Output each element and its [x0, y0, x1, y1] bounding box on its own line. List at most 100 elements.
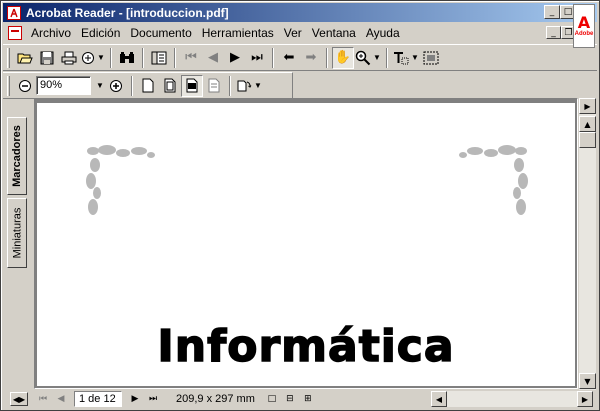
- menu-ventana[interactable]: Ventana: [307, 23, 361, 43]
- main-toolbar: ▼ ⏮ ◀ ▶ ⏭ ⬅ ➡ ✋ ▼ ▼: [3, 44, 597, 71]
- first-page-button[interactable]: ⏮: [180, 47, 202, 69]
- tab-bookmarks[interactable]: Marcadores: [7, 117, 27, 195]
- fit-width-icon: [186, 78, 198, 93]
- fit-visible-button[interactable]: [203, 75, 225, 97]
- triangle-right-icon: ▶: [584, 101, 591, 111]
- single-page-icon: □: [267, 394, 277, 404]
- status-first-page-button[interactable]: ⏮: [34, 391, 52, 407]
- toolbar-separator: [174, 47, 176, 68]
- scroll-first-page-button[interactable]: ▶: [579, 98, 596, 114]
- facing-pages-icon: ⊞: [304, 394, 312, 404]
- view-toolbar: 90% ▼ ▼: [3, 72, 293, 99]
- scroll-left-button[interactable]: ◀: [431, 391, 447, 407]
- email-icon: [82, 51, 94, 64]
- text-select-dropdown-icon[interactable]: ▼: [410, 53, 420, 62]
- document-page[interactable]: Informática: [37, 103, 575, 386]
- status-last-page-button[interactable]: ⏭: [144, 391, 162, 407]
- toolbar-separator: [386, 47, 388, 68]
- minimize-icon: _: [549, 7, 555, 17]
- continuous-layout-button[interactable]: ⊟: [281, 391, 299, 407]
- vertical-scrollbar[interactable]: ▶ ▲ ▼: [579, 98, 596, 390]
- document-heading: Informática: [157, 320, 455, 373]
- graphics-select-tool-button[interactable]: [420, 47, 442, 69]
- rotate-dropdown-icon[interactable]: ▼: [253, 81, 263, 90]
- acrobat-app-icon[interactable]: [7, 5, 21, 20]
- open-button[interactable]: [14, 47, 36, 69]
- email-button[interactable]: [80, 47, 96, 69]
- document-menu-icon[interactable]: [8, 26, 22, 40]
- menu-edicion[interactable]: Edición: [76, 23, 125, 43]
- hand-tool-button[interactable]: ✋: [332, 46, 354, 69]
- zoom-in-icon: [110, 79, 122, 92]
- open-icon: [17, 53, 33, 63]
- zoom-out-icon: [19, 79, 31, 92]
- maximize-icon: □: [563, 7, 573, 17]
- go-back-icon: ⬅: [283, 50, 295, 65]
- minimize-button[interactable]: _: [544, 5, 560, 19]
- email-dropdown-icon[interactable]: ▼: [96, 53, 106, 62]
- fit-visible-icon: [208, 78, 220, 93]
- graphics-select-icon: [423, 51, 439, 64]
- status-bar: ⏮ ◀ 1 de 12 ▶ ⏭ 209,9 x 297 mm □ ⊟ ⊞ ◀ ▶: [34, 390, 596, 408]
- menu-herramientas[interactable]: Herramientas: [197, 23, 279, 43]
- adobe-logo-icon: A: [577, 13, 591, 32]
- status-previous-page-button[interactable]: ◀: [52, 391, 70, 407]
- page-size-readout: 209,9 x 297 mm: [176, 393, 255, 405]
- pane-toggle[interactable]: ◀▶: [5, 390, 33, 408]
- zoom-level-dropdown-icon[interactable]: ▼: [95, 81, 105, 90]
- fit-page-icon: [164, 78, 176, 93]
- menu-archivo[interactable]: Archivo: [26, 23, 76, 43]
- go-forward-button[interactable]: ➡: [300, 47, 322, 69]
- actual-size-button[interactable]: [137, 75, 159, 97]
- menu-bar: Archivo Edición Documento Herramientas V…: [3, 23, 597, 43]
- find-icon: [120, 51, 134, 63]
- adobe-logo[interactable]: A Adobe: [573, 4, 595, 48]
- zoom-tool-button[interactable]: [354, 47, 372, 69]
- zoom-in-button[interactable]: [105, 75, 127, 97]
- print-button[interactable]: [58, 47, 80, 69]
- scroll-right-button[interactable]: ▶: [577, 391, 593, 407]
- text-select-tool-icon: [394, 51, 409, 64]
- single-page-layout-button[interactable]: □: [263, 391, 281, 407]
- document-minimize-button[interactable]: _: [546, 26, 561, 39]
- vertical-scroll-thumb[interactable]: [579, 132, 596, 148]
- scroll-up-icon: ▲: [584, 119, 591, 129]
- show-navigation-pane-button[interactable]: [148, 47, 170, 69]
- zoom-tool-dropdown-icon[interactable]: ▼: [372, 53, 382, 62]
- continuous-icon: ⊟: [286, 394, 294, 404]
- menu-documento[interactable]: Documento: [125, 23, 196, 43]
- find-button[interactable]: [116, 47, 138, 69]
- document-view[interactable]: Informática: [34, 98, 578, 389]
- save-button[interactable]: [36, 47, 58, 69]
- fit-width-button[interactable]: [181, 74, 203, 97]
- footprints-corner-decoration-right: [459, 145, 528, 215]
- tab-thumbnails[interactable]: Miniaturas: [7, 198, 27, 268]
- scroll-up-button[interactable]: ▲: [579, 116, 596, 132]
- zoom-in-tool-icon: [355, 50, 371, 65]
- last-page-icon: ⏭: [148, 394, 158, 404]
- title-bar[interactable]: Acrobat Reader - [introduccion.pdf] _ □ …: [3, 3, 597, 22]
- last-page-button[interactable]: ⏭: [246, 47, 268, 69]
- fit-page-button[interactable]: [159, 75, 181, 97]
- page-number-field[interactable]: 1 de 12: [74, 391, 122, 407]
- zoom-level-input[interactable]: 90%: [36, 76, 91, 95]
- text-select-tool-button[interactable]: [392, 47, 410, 69]
- scroll-down-button[interactable]: ▼: [579, 373, 596, 389]
- menu-ayuda[interactable]: Ayuda: [361, 23, 405, 43]
- toolbar-grip[interactable]: [7, 47, 10, 68]
- expand-collapse-icon: ◀▶: [10, 392, 28, 406]
- go-back-button[interactable]: ⬅: [278, 47, 300, 69]
- toolbar-grip[interactable]: [7, 75, 10, 96]
- zoom-out-button[interactable]: [14, 75, 36, 97]
- previous-page-button[interactable]: ◀: [202, 47, 224, 69]
- facing-layout-button[interactable]: ⊞: [299, 391, 317, 407]
- actual-size-icon: [142, 78, 154, 93]
- rotate-view-button[interactable]: [235, 75, 253, 97]
- toolbar-separator: [142, 47, 144, 68]
- status-next-page-button[interactable]: ▶: [126, 391, 144, 407]
- horizontal-scrollbar[interactable]: ◀ ▶: [431, 391, 593, 407]
- next-page-button[interactable]: ▶: [224, 47, 246, 69]
- next-page-icon: ▶: [230, 50, 240, 65]
- menu-ver[interactable]: Ver: [279, 23, 307, 43]
- scroll-right-icon: ▶: [581, 394, 589, 404]
